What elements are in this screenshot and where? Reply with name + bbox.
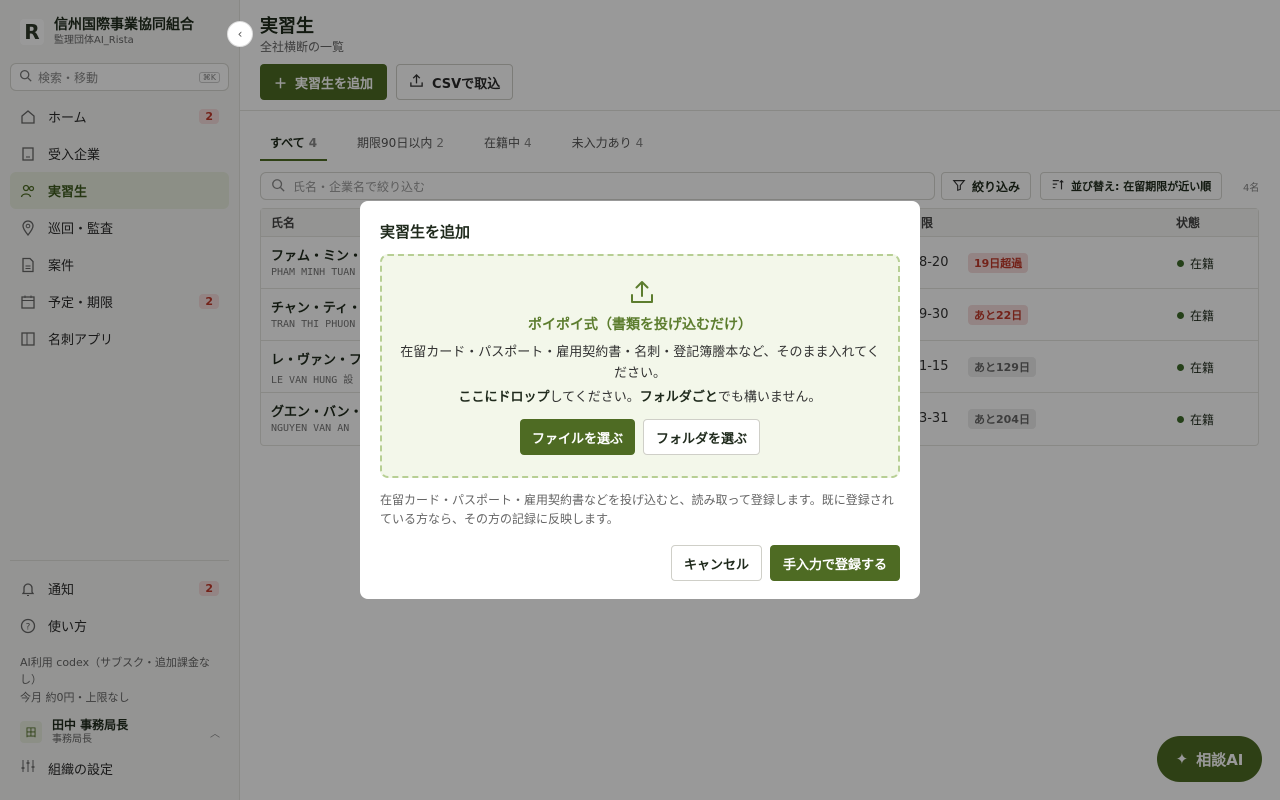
choose-folder-button[interactable]: フォルダを選ぶ bbox=[643, 419, 761, 455]
hint-bold: ここにドロップ bbox=[458, 390, 550, 405]
dialog-title: 実習生を追加 bbox=[380, 223, 471, 241]
manual-register-button[interactable]: 手入力で登録する bbox=[770, 545, 901, 581]
file-dropzone[interactable]: ポイポイ式（書類を投げ込むだけ） 在留カード・パスポート・雇用契約書・名刺・登記… bbox=[380, 254, 900, 478]
sidebar-collapse-button[interactable]: ‹ bbox=[227, 21, 253, 47]
dropzone-actions: ファイルを選ぶ フォルダを選ぶ bbox=[382, 419, 898, 455]
upload-icon bbox=[628, 278, 656, 306]
hint-text: でも構いません。 bbox=[717, 390, 822, 405]
dropzone-hint: ここにドロップしてください。フォルダごとでも構いません。 bbox=[382, 386, 898, 405]
dialog-note: 在留カード・パスポート・雇用契約書などを投げ込むと、読み取って登録します。既に登… bbox=[380, 493, 894, 526]
hint-bold: フォルダごと bbox=[639, 390, 718, 405]
chevron-left-icon: ‹ bbox=[237, 27, 243, 41]
choose-file-button[interactable]: ファイルを選ぶ bbox=[519, 419, 635, 455]
cancel-button[interactable]: キャンセル bbox=[671, 545, 763, 581]
dropzone-headline: ポイポイ式（書類を投げ込むだけ） bbox=[528, 317, 752, 333]
dropzone-description: 在留カード・パスポート・雇用契約書・名刺・登記簿謄本など、そのまま入れてください… bbox=[400, 345, 880, 381]
hint-text: してください。 bbox=[549, 390, 640, 405]
add-trainee-dialog: 実習生を追加 ポイポイ式（書類を投げ込むだけ） 在留カード・パスポート・雇用契約… bbox=[360, 201, 920, 599]
